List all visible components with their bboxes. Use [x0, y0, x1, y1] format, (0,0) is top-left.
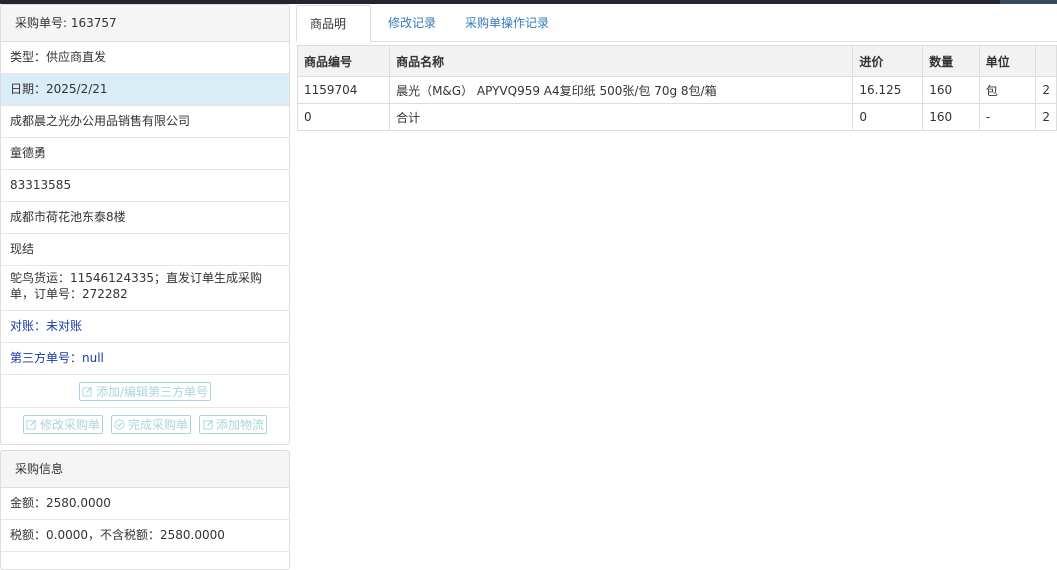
- cell-extra: 2: [1035, 76, 1057, 104]
- action-button-row: 修改采购单 完成采购单 添加物流: [1, 408, 289, 440]
- modify-order-label: 修改采购单: [39, 417, 100, 432]
- order-note: 鸵鸟货运：11546124335；直发订单生成采购单，订单号：272282: [1, 266, 289, 311]
- purchase-info-panel: 采购信息 金额：2580.0000 税额：0.0000，不含税额：2580.00…: [0, 450, 290, 570]
- check-circle-icon: [114, 418, 126, 430]
- contact-person: 童德勇: [1, 138, 289, 170]
- order-type: 类型：供应商直发: [1, 42, 289, 74]
- order-info-panel: 采购单号: 163757 类型：供应商直发 日期：2025/2/21 成都晨之光…: [0, 4, 290, 445]
- cell-product-code: 0: [296, 103, 391, 131]
- cell-purchase-price: 16.125: [852, 76, 924, 104]
- supplier-address: 成都市荷花池东泰8楼: [1, 202, 289, 234]
- contact-phone: 83313585: [1, 170, 289, 202]
- col-purchase-price: 进价: [852, 45, 924, 77]
- tab-product-details[interactable]: 商品明细: [296, 5, 371, 67]
- third-party-number: 第三方单号：null: [1, 343, 289, 375]
- col-product-code: 商品编号: [296, 45, 391, 77]
- edit-icon: [202, 418, 214, 430]
- table-row[interactable]: 1159704 晨光（M&G） APYVQ959 A4复印纸 500张/包 70…: [296, 76, 1057, 104]
- edit-third-party-button[interactable]: 添加/编辑第三方单号: [78, 381, 212, 401]
- col-product-name: 商品名称: [389, 45, 854, 77]
- edit-third-party-label: 添加/编辑第三方单号: [95, 384, 209, 399]
- cell-quantity: 160: [922, 76, 980, 104]
- col-extra: [1035, 45, 1057, 77]
- col-quantity: 数量: [922, 45, 980, 77]
- cell-product-name: 合计: [389, 103, 854, 131]
- modify-order-button[interactable]: 修改采购单: [22, 414, 103, 434]
- purchase-info-header: 采购信息: [1, 451, 289, 488]
- cell-product-name: 晨光（M&G） APYVQ959 A4复印纸 500张/包 70g 8包/箱: [389, 76, 854, 104]
- order-number-header: 采购单号: 163757: [1, 5, 289, 42]
- complete-order-label: 完成采购单: [127, 417, 188, 432]
- cell-unit: 包: [978, 76, 1037, 104]
- cell-unit: -: [978, 103, 1037, 131]
- tab-operation-log[interactable]: 采购单操作记录: [452, 5, 562, 41]
- table-total-row: 0 合计 0 160 - 2: [296, 103, 1057, 131]
- cell-extra: 2: [1035, 103, 1057, 131]
- add-logistics-label: 添加物流: [216, 417, 265, 432]
- complete-order-button[interactable]: 完成采购单: [110, 414, 191, 434]
- order-date[interactable]: 日期：2025/2/21: [1, 74, 289, 106]
- third-party-button-row: 添加/编辑第三方单号: [1, 375, 289, 408]
- tab-modification-log[interactable]: 修改记录: [375, 5, 449, 41]
- supplier-name: 成都晨之光办公用品销售有限公司: [1, 106, 289, 138]
- payment-method: 现结: [1, 234, 289, 266]
- cell-product-code: 1159704: [296, 76, 391, 104]
- cell-purchase-price: 0: [852, 103, 924, 131]
- product-table: 商品编号 商品名称 进价 数量 单位 1159704 晨光（M&G） APYVQ…: [296, 45, 1057, 131]
- col-unit: 单位: [978, 45, 1037, 77]
- amount: 金额：2580.0000: [1, 488, 289, 520]
- detail-tabs: 商品明细 修改记录 采购单操作记录: [296, 4, 1057, 67]
- table-header-row: 商品编号 商品名称 进价 数量 单位: [296, 45, 1057, 77]
- reconcile-status: 对账：未对账: [1, 311, 289, 343]
- add-logistics-button[interactable]: 添加物流: [199, 414, 268, 434]
- edit-icon: [26, 418, 38, 430]
- tax-amount: 税额：0.0000，不含税额：2580.0000: [1, 520, 289, 552]
- edit-icon: [82, 385, 94, 397]
- cell-quantity: 160: [922, 103, 980, 131]
